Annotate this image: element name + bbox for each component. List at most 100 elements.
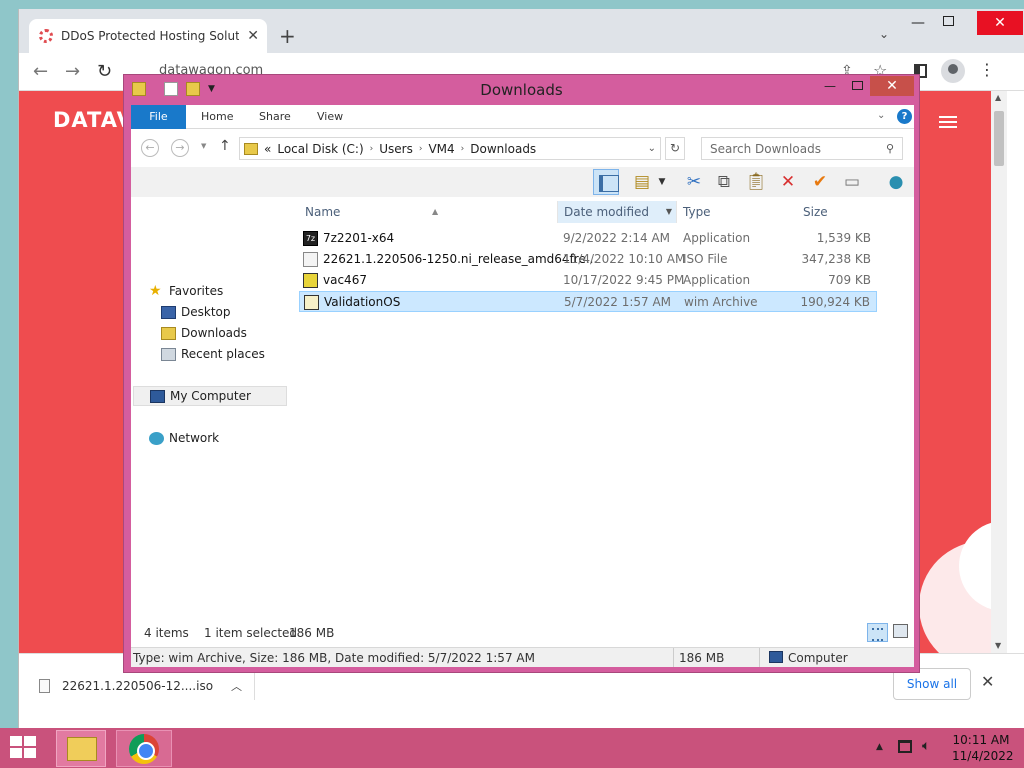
- search-input[interactable]: Search Downloads ⚲: [701, 137, 903, 160]
- wim-archive-icon: [304, 295, 319, 310]
- file-name: 22621.1.220506-1250.ni_release_amd64fre.…: [323, 252, 598, 266]
- column-dropdown-icon[interactable]: ▼: [666, 201, 672, 223]
- up-arrow-icon[interactable]: ↑: [219, 138, 231, 154]
- scroll-thumb[interactable]: [994, 111, 1004, 166]
- breadcrumb-vm4[interactable]: VM4: [428, 142, 454, 156]
- nav-favorites[interactable]: ★ Favorites: [149, 281, 223, 301]
- breadcrumb-local-disk[interactable]: Local Disk (C:): [277, 142, 363, 156]
- large-icons-view-icon[interactable]: [893, 624, 908, 638]
- back-arrow-icon[interactable]: ←: [141, 139, 159, 157]
- close-button[interactable]: ✕: [870, 76, 914, 96]
- scroll-up-arrow-icon[interactable]: ▲: [995, 93, 1001, 102]
- chevron-right-icon[interactable]: ›: [419, 144, 423, 154]
- tab-file[interactable]: File: [131, 105, 186, 129]
- help-icon[interactable]: ?: [897, 109, 912, 124]
- download-item[interactable]: 22621.1.220506-12....iso ︿: [39, 672, 255, 700]
- clock-date[interactable]: 11/4/2022: [952, 749, 1014, 763]
- properties-icon[interactable]: ▤: [629, 169, 655, 195]
- breadcrumb-overflow[interactable]: «: [264, 142, 271, 156]
- file-size: 1,539 KB: [816, 231, 871, 245]
- nav-label: Recent places: [181, 347, 265, 361]
- recent-locations-dropdown-icon[interactable]: ▼: [201, 142, 206, 150]
- nav-label: Network: [169, 431, 220, 445]
- chrome-maximize-button[interactable]: [943, 16, 954, 26]
- minimize-button[interactable]: —: [824, 79, 836, 93]
- explorer-titlebar[interactable]: ▼ Downloads — ✕: [124, 75, 919, 105]
- chrome-menu-icon[interactable]: ⋮: [979, 60, 995, 79]
- chevron-up-icon[interactable]: ︿: [231, 678, 254, 694]
- tab-share[interactable]: Share: [259, 105, 291, 129]
- cut-icon[interactable]: ✂: [681, 169, 707, 195]
- site-logo[interactable]: DATAV: [53, 108, 134, 132]
- breadcrumb-downloads[interactable]: Downloads: [470, 142, 536, 156]
- window-title: Downloads: [480, 81, 563, 99]
- forward-arrow-icon[interactable]: →: [65, 61, 80, 82]
- file-name: vac467: [323, 273, 367, 287]
- file-date: 5/7/2022 1:57 AM: [564, 295, 672, 309]
- nav-network[interactable]: Network: [149, 428, 219, 448]
- rename-icon[interactable]: ▭: [839, 169, 865, 195]
- clock-time[interactable]: 10:11 AM: [952, 733, 1010, 747]
- new-tab-button[interactable]: +: [279, 24, 296, 48]
- file-row[interactable]: vac467 10/17/2022 9:45 PM Application 70…: [299, 270, 877, 291]
- address-dropdown-icon[interactable]: ⌄: [648, 143, 656, 154]
- column-size[interactable]: Size: [797, 201, 877, 223]
- preview-pane-icon[interactable]: [593, 169, 619, 195]
- hamburger-menu-icon[interactable]: [939, 116, 957, 128]
- file-name: 7z2201-x64: [323, 231, 395, 245]
- breadcrumb-users[interactable]: Users: [379, 142, 413, 156]
- file-date: 11/4/2022 10:10 AM: [563, 252, 686, 266]
- page-scrollbar[interactable]: ▲ ▼: [991, 91, 1007, 653]
- file-row[interactable]: 22621.1.220506-1250.ni_release_amd64fre.…: [299, 249, 877, 270]
- tab-view[interactable]: View: [317, 105, 343, 129]
- paste-icon[interactable]: 📋︎: [743, 169, 769, 195]
- volume-icon[interactable]: 🔈︎: [922, 738, 930, 754]
- address-bar[interactable]: « Local Disk (C:) › Users › VM4 › Downlo…: [239, 137, 661, 160]
- chevron-right-icon[interactable]: ›: [370, 144, 374, 154]
- downloads-bar-close-icon[interactable]: ✕: [981, 672, 994, 691]
- file-icon: [39, 679, 50, 693]
- tab-home[interactable]: Home: [201, 105, 233, 129]
- show-hidden-icons-arrow-icon[interactable]: ▲: [876, 742, 883, 752]
- properties-dropdown-icon[interactable]: ▼: [655, 169, 669, 195]
- chrome-close-button[interactable]: ✕: [977, 11, 1023, 35]
- taskbar-chrome[interactable]: [116, 730, 172, 767]
- tab-title: DDoS Protected Hosting Solution: [61, 29, 240, 43]
- ribbon-expand-chevron-icon[interactable]: ⌄: [877, 110, 885, 121]
- delete-icon[interactable]: ✕: [775, 169, 801, 195]
- browser-tab[interactable]: DDoS Protected Hosting Solution ✕: [29, 19, 267, 53]
- scroll-down-arrow-icon[interactable]: ▼: [995, 641, 1001, 650]
- file-row[interactable]: 7z 7z2201-x64 9/2/2022 2:14 AM Applicati…: [299, 228, 877, 249]
- network-tray-icon[interactable]: [898, 740, 912, 753]
- forward-arrow-icon[interactable]: →: [171, 139, 189, 157]
- maximize-button[interactable]: [852, 81, 863, 90]
- column-type[interactable]: Type: [677, 201, 797, 223]
- taskbar-file-explorer[interactable]: [56, 730, 106, 767]
- file-type: Application: [683, 273, 751, 287]
- file-row-selected[interactable]: ValidationOS 5/7/2022 1:57 AM wim Archiv…: [299, 291, 877, 312]
- chrome-minimize-button[interactable]: —: [911, 15, 925, 31]
- tab-search-chevron-icon[interactable]: ⌄: [879, 27, 889, 41]
- downloads-folder-icon: [161, 326, 176, 340]
- windows-start-icon[interactable]: [10, 736, 38, 760]
- nav-downloads[interactable]: Downloads: [161, 323, 247, 343]
- profile-avatar-icon[interactable]: [941, 59, 965, 83]
- computer-icon: [150, 389, 165, 403]
- nav-desktop[interactable]: Desktop: [161, 302, 231, 322]
- back-arrow-icon[interactable]: ←: [33, 61, 48, 82]
- selected-size: 186 MB: [289, 626, 335, 640]
- chevron-right-icon[interactable]: ›: [461, 144, 465, 154]
- nav-my-computer[interactable]: My Computer: [133, 386, 287, 406]
- globe-icon[interactable]: ●: [883, 169, 909, 195]
- checkmark-icon[interactable]: ✔: [807, 169, 833, 195]
- copy-icon[interactable]: ⧉: [711, 169, 737, 195]
- tab-close-icon[interactable]: ✕: [247, 29, 259, 43]
- search-icon[interactable]: ⚲: [886, 142, 894, 155]
- column-name[interactable]: Name ▲: [299, 201, 555, 223]
- details-view-icon[interactable]: [867, 623, 888, 642]
- details-size: 186 MB: [679, 651, 725, 665]
- reload-icon[interactable]: ↻: [97, 61, 112, 82]
- refresh-icon[interactable]: ↻: [665, 137, 685, 160]
- nav-recent-places[interactable]: Recent places: [161, 344, 265, 364]
- column-date-modified[interactable]: Date modified ▼: [557, 201, 677, 223]
